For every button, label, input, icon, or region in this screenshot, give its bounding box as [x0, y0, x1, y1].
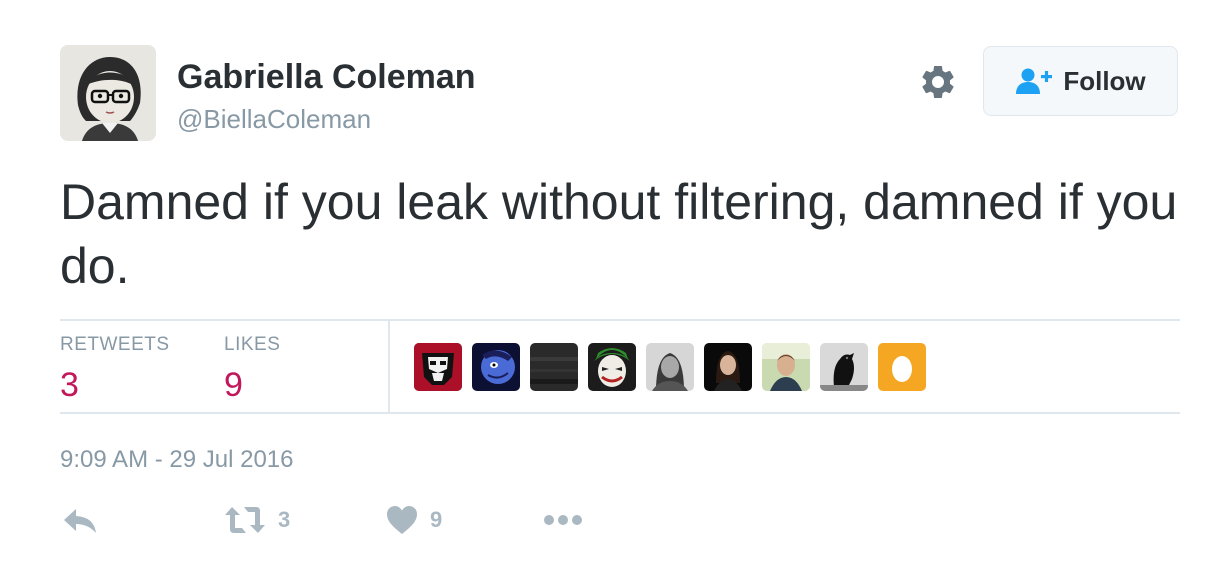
- gear-icon[interactable]: [918, 62, 958, 102]
- author-name[interactable]: Gabriella Coleman: [177, 56, 476, 98]
- liker-avatar[interactable]: [704, 343, 752, 391]
- divider: [60, 319, 1180, 321]
- liker-avatar[interactable]: [646, 343, 694, 391]
- more-icon: [544, 515, 582, 525]
- author-avatar[interactable]: [60, 45, 156, 141]
- liker-avatar[interactable]: [762, 343, 810, 391]
- follow-button[interactable]: Follow: [983, 46, 1178, 116]
- follow-person-icon: [1016, 68, 1053, 94]
- retweets-label: RETWEETS: [60, 334, 170, 355]
- like-action-count: 9: [430, 507, 443, 532]
- author-handle[interactable]: @BiellaColeman: [177, 102, 371, 136]
- liker-avatar[interactable]: [414, 343, 462, 391]
- like-button[interactable]: 9: [386, 505, 442, 535]
- more-button[interactable]: [543, 513, 583, 527]
- likers-list: [414, 343, 926, 391]
- stats-divider: [388, 320, 390, 413]
- retweet-icon: [225, 507, 265, 533]
- reply-icon: [64, 509, 96, 533]
- likes-label: LIKES: [224, 334, 281, 355]
- likes-count: 9: [224, 366, 243, 404]
- heart-icon: [387, 506, 417, 534]
- retweet-action-count: 3: [278, 507, 291, 532]
- follow-button-label: Follow: [1063, 65, 1146, 96]
- tweet-text: Damned if you leak without filtering, da…: [60, 174, 1178, 294]
- retweets-count: 3: [60, 366, 79, 404]
- liker-avatar[interactable]: [530, 343, 578, 391]
- tweet-timestamp[interactable]: 9:09 AM - 29 Jul 2016: [60, 445, 293, 475]
- liker-avatar[interactable]: [878, 343, 926, 391]
- liker-avatar[interactable]: [820, 343, 868, 391]
- liker-avatar[interactable]: [588, 343, 636, 391]
- retweets-stat[interactable]: RETWEETS 3: [60, 333, 170, 407]
- reply-button[interactable]: [62, 505, 98, 535]
- divider: [60, 412, 1180, 414]
- retweet-button[interactable]: 3: [224, 505, 290, 535]
- author-avatar-image: [60, 45, 156, 141]
- liker-avatar[interactable]: [472, 343, 520, 391]
- likes-stat[interactable]: LIKES 9: [224, 333, 280, 407]
